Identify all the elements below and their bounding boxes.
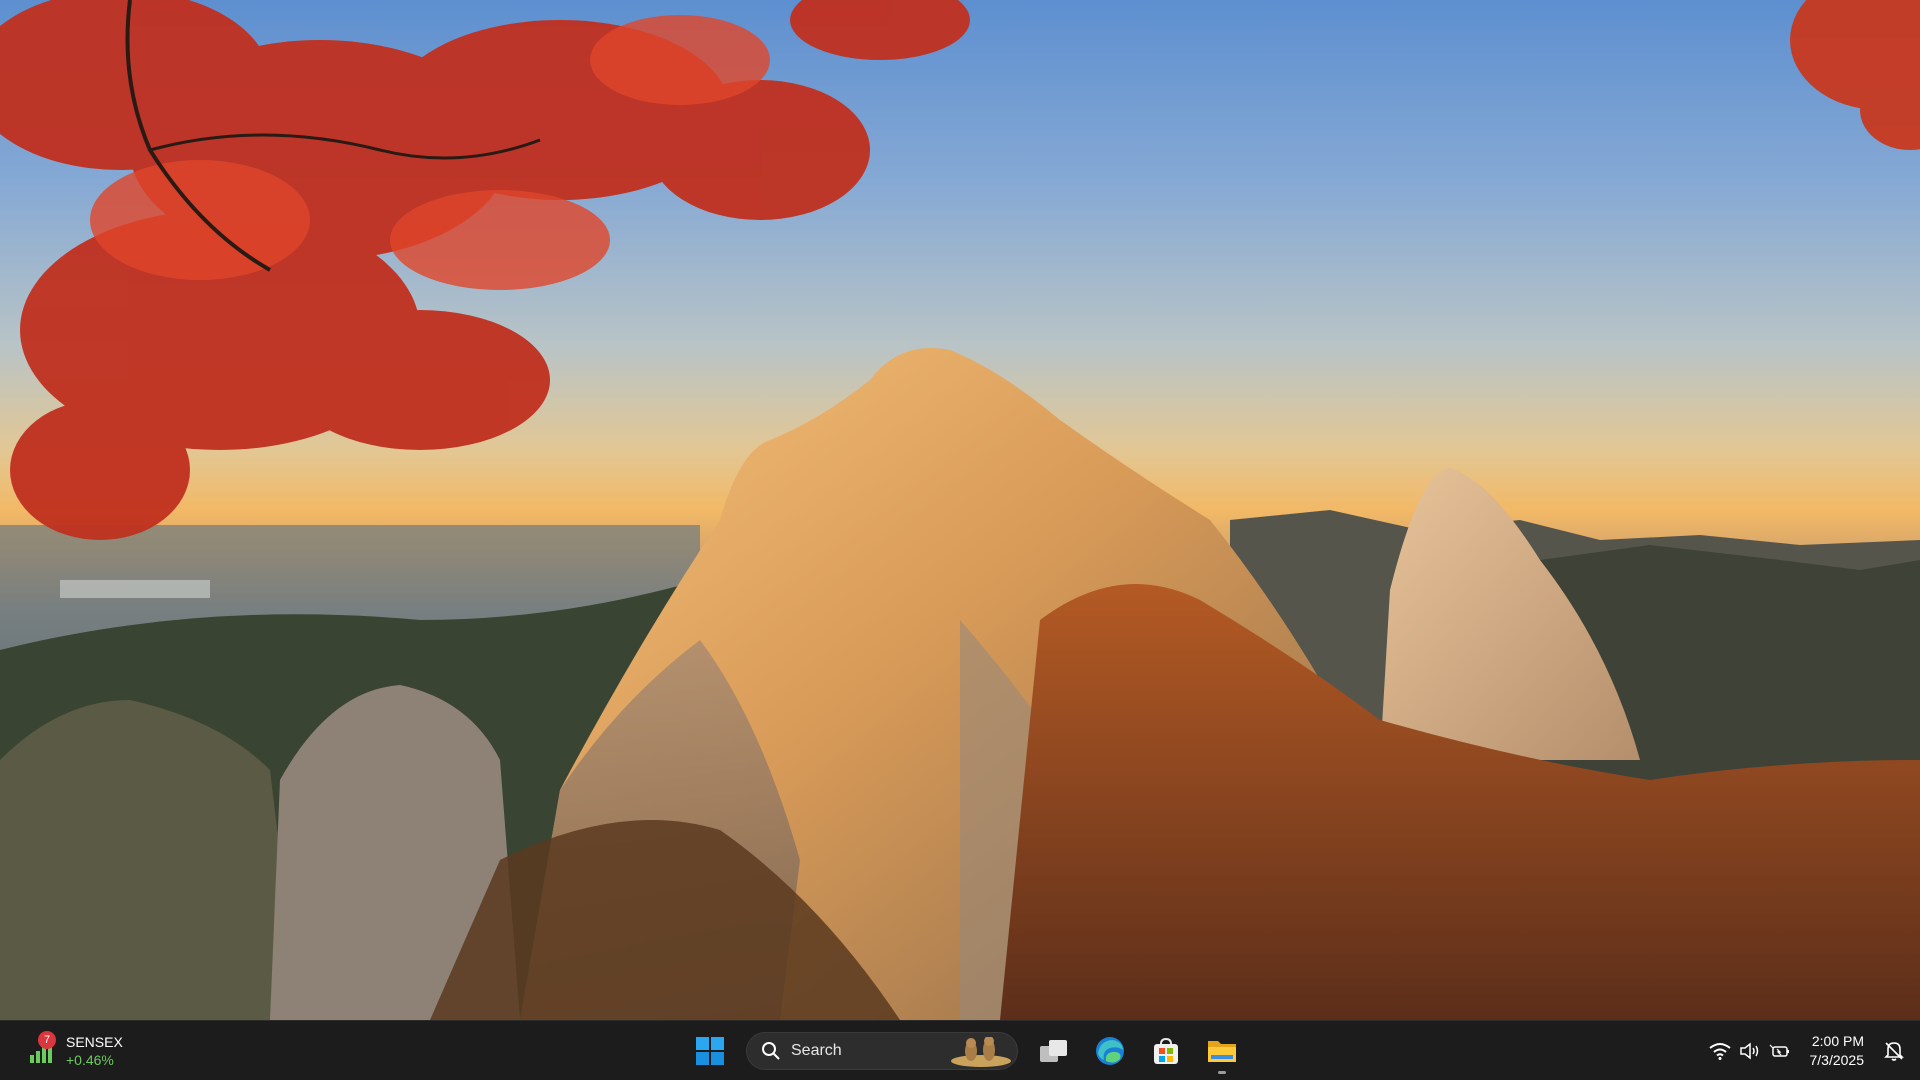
edge-icon [1094,1035,1126,1067]
search-box[interactable]: Search [746,1032,1018,1070]
start-button[interactable] [686,1027,734,1075]
widget-value: +0.46% [66,1051,123,1069]
notification-bell-icon [1883,1040,1905,1062]
desktop-wallpaper [0,0,1920,1020]
taskbar-center: Search [686,1027,1246,1075]
search-icon [761,1041,781,1061]
clock-time: 2:00 PM [1812,1032,1864,1051]
microsoft-store-icon [1151,1036,1181,1066]
widget-title: SENSEX [66,1033,123,1051]
quick-settings-button[interactable] [1700,1031,1800,1071]
wifi-icon [1708,1039,1732,1063]
clock-date: 7/3/2025 [1810,1051,1865,1070]
notification-badge: 7 [38,1031,56,1049]
notification-center-button[interactable] [1874,1031,1914,1071]
file-explorer-button[interactable] [1198,1027,1246,1075]
search-highlight-art-icon [949,1037,1013,1067]
edge-button[interactable] [1086,1027,1134,1075]
system-tray: 2:00 PM 7/3/2025 [1700,1021,1920,1081]
task-view-icon [1039,1038,1069,1064]
task-view-button[interactable] [1030,1027,1078,1075]
running-indicator [1218,1071,1226,1074]
windows-start-icon [695,1036,725,1066]
volume-icon [1738,1039,1762,1063]
widgets-button[interactable]: 7 SENSEX +0.46% [20,1029,131,1073]
file-explorer-icon [1206,1037,1238,1065]
clock-button[interactable]: 2:00 PM 7/3/2025 [1800,1032,1875,1070]
stock-chart-icon: 7 [28,1037,56,1065]
taskbar: 7 SENSEX +0.46% Search [0,1020,1920,1080]
microsoft-store-button[interactable] [1142,1027,1190,1075]
mountain-landscape-image [0,0,1920,1020]
search-label: Search [791,1042,842,1060]
battery-icon [1768,1039,1792,1063]
